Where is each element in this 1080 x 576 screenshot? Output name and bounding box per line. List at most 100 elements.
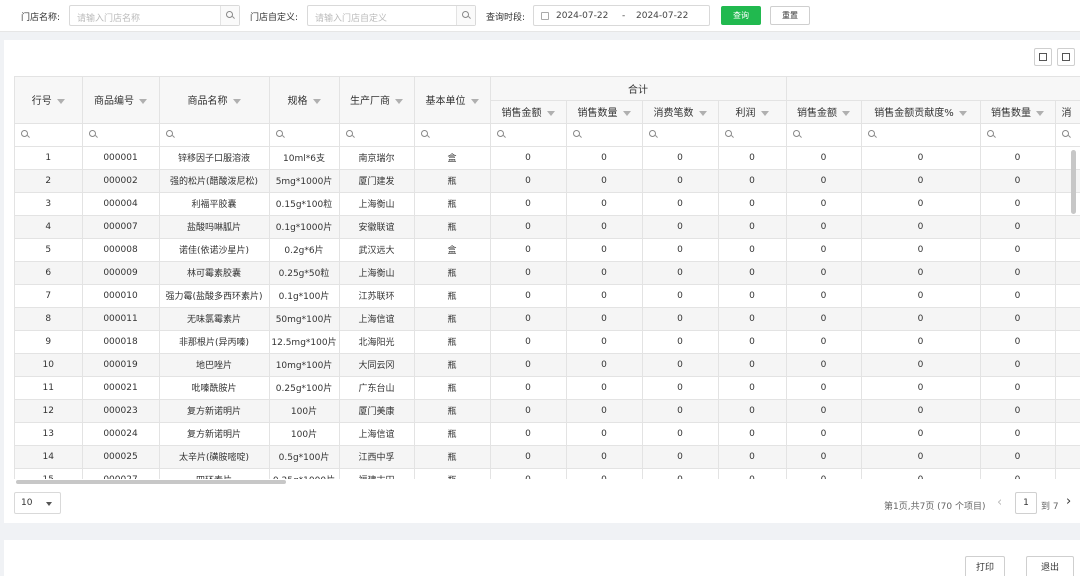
cell-value: 0 [718, 192, 787, 216]
cell-name: 四环素片 [159, 468, 270, 479]
store-custom-search-button[interactable] [456, 6, 475, 25]
exit-button[interactable]: 退出 [1026, 556, 1074, 576]
col-code[interactable]: 商品编号 [82, 77, 160, 124]
col-store-share[interactable]: 销售金额贡献度% [861, 100, 981, 124]
horizontal-scrollbar[interactable] [16, 480, 286, 484]
cell-unit: 瓶 [414, 169, 491, 193]
cell-name: 利福平胶囊 [159, 192, 270, 216]
col-spec[interactable]: 规格 [269, 77, 340, 124]
cell-value: 0 [980, 468, 1056, 479]
filter-icon[interactable] [842, 110, 850, 116]
col-total-amount[interactable]: 销售金额 [490, 100, 567, 124]
column-search-input[interactable] [861, 123, 981, 147]
filter-icon[interactable] [546, 110, 555, 116]
store-name-search-button[interactable] [220, 6, 239, 25]
column-search-input[interactable] [566, 123, 643, 147]
cell-no: 15 [15, 468, 83, 479]
filter-icon[interactable] [1036, 110, 1044, 116]
table-row[interactable]: 6 000009 林可霉素胶囊 0.25g*50粒 上海衡山瓶 0 0 0 0 0 0 0 [15, 261, 1080, 285]
table-row[interactable]: 15000027四环素片0.25g*1000片福建古田瓶0000000 [15, 468, 1080, 479]
cell-maker: 北海阳光 [339, 330, 415, 354]
filter-icon[interactable] [698, 110, 707, 116]
table-row[interactable]: 10 000019 地巴唑片 10mg*100片 大同云冈瓶 0 0 0 0 0 0 0 [15, 353, 1080, 377]
cell-no: 1 [15, 146, 83, 170]
filter-icon[interactable] [395, 98, 403, 104]
cell-value: 0 [980, 422, 1056, 446]
col-store-more[interactable]: 消 [1055, 100, 1080, 124]
cell-value: 0 [786, 261, 862, 285]
column-chooser-button[interactable] [1057, 48, 1075, 66]
filter-icon[interactable] [958, 110, 967, 116]
page-size-select[interactable]: 10 [14, 492, 61, 514]
table-row[interactable]: 4 000007 盐酸吗啉胍片 0.1g*1000片 安徽联谊瓶 0 0 0 0 0 0 0 [15, 215, 1080, 239]
column-search-input[interactable] [490, 123, 567, 147]
column-search-input[interactable] [269, 123, 340, 147]
table-row[interactable]: 9 000018 非那根片(异丙嗪) 12.5mg*100片 北海阳光瓶 0 0 0 0 0 0 0 [15, 330, 1080, 354]
column-search-input[interactable] [642, 123, 719, 147]
filter-icon[interactable] [56, 98, 65, 104]
table-row[interactable]: 3 000004 利福平胶囊 0.15g*100粒 上海衡山瓶 0 0 0 0 0 0 0 [15, 192, 1080, 216]
table-row[interactable]: 7 000010 强力霉(盐酸多西环素片) 0.1g*100片 江苏联环瓶 0 0 0 0 0 0 0 [15, 284, 1080, 308]
col-store-amount[interactable]: 销售金额 [786, 100, 862, 124]
filter-icon[interactable] [232, 98, 241, 104]
search-icon [21, 130, 28, 137]
column-search-input[interactable] [786, 123, 862, 147]
col-store-qty[interactable]: 销售数量 [980, 100, 1056, 124]
table-row[interactable]: 13 000024 复方新诺明片 100片 上海信谊瓶 0 0 0 0 0 0 0 [15, 422, 1080, 446]
vertical-scrollbar[interactable] [1071, 150, 1076, 214]
cell-name: 强力霉(盐酸多西环素片) [159, 284, 270, 308]
column-search-input[interactable] [414, 123, 491, 147]
cell-value: 0 [718, 445, 787, 469]
col-total-profit[interactable]: 利润 [718, 100, 787, 124]
column-search-input[interactable] [159, 123, 270, 147]
total-pages-label: 到 7 [1041, 502, 1059, 512]
filter-icon[interactable] [312, 98, 321, 104]
filter-icon[interactable] [760, 110, 769, 116]
cell-no: 5 [15, 238, 83, 262]
table-row[interactable]: 1 000001 锌移因子口服溶液 10ml*6支 南京瑞尔盒 0 0 0 0 0 0 0 [15, 146, 1080, 170]
store-name-input[interactable]: 请输入门店名称 [69, 5, 240, 26]
col-name[interactable]: 商品名称 [159, 77, 270, 124]
table-row[interactable]: 8 000011 无味氯霉素片 50mg*100片 上海信谊瓶 0 0 0 0 0 0 0 [15, 307, 1080, 331]
filter-icon[interactable] [470, 98, 479, 104]
column-search-input[interactable] [339, 123, 415, 147]
cell-value: 0 [566, 146, 643, 170]
export-button[interactable] [1034, 48, 1052, 66]
table-row[interactable]: 12 000023 复方新诺明片 100片 厦门美康瓶 0 0 0 0 0 0 0 [15, 399, 1080, 423]
prev-page-button[interactable]: ‹ [997, 495, 1002, 510]
column-search-input[interactable] [718, 123, 787, 147]
filter-icon[interactable] [622, 110, 631, 116]
cell-value: 0 [566, 422, 643, 446]
date-range-picker[interactable]: 2024-07-22 - 2024-07-22 [533, 5, 710, 26]
table-row[interactable]: 14 000025 太辛片(磺胺嘧啶) 0.5g*100片 江西中孚瓶 0 0 0 0 0 0 0 [15, 445, 1080, 469]
table-row[interactable]: 5 000008 诺佳(依诺沙星片) 0.2g*6片 武汉远大盒 0 0 0 0 0 0 0 [15, 238, 1080, 262]
column-search-input[interactable] [82, 123, 160, 147]
next-page-button[interactable]: › [1066, 494, 1071, 509]
column-search-input[interactable] [980, 123, 1056, 147]
filter-icon[interactable] [139, 98, 147, 104]
table-row[interactable]: 2 000002 强的松片(醋酸泼尼松) 5mg*1000片 厦门建发瓶 0 0 0 0 0 0 0 [15, 169, 1080, 193]
print-button[interactable]: 打印 [965, 556, 1005, 576]
column-search-input[interactable] [1055, 123, 1080, 147]
current-page-input[interactable]: 1 [1015, 492, 1037, 514]
reset-button[interactable]: 重置 [770, 6, 810, 25]
cell-value: 0 [718, 399, 787, 423]
cell-value: 0 [980, 307, 1056, 331]
search-icon [1061, 130, 1069, 137]
group-total-header: 合计 [490, 77, 787, 101]
cell-unit: 瓶 [414, 330, 491, 354]
footer-bar: 打印 退出 [4, 540, 1080, 576]
cell-value: 0 [642, 422, 719, 446]
column-search-input[interactable] [15, 123, 83, 147]
col-unit[interactable]: 基本单位 [414, 77, 491, 124]
cell-value: 0 [861, 169, 981, 193]
cell-value: 0 [718, 169, 787, 193]
col-row-no[interactable]: 行号 [15, 77, 83, 124]
query-button[interactable]: 查询 [721, 6, 761, 25]
store-custom-input[interactable]: 请输入门店自定义 [307, 5, 476, 26]
cell-value: 0 [490, 422, 567, 446]
col-maker[interactable]: 生产厂商 [339, 77, 415, 124]
col-total-times[interactable]: 消费笔数 [642, 100, 719, 124]
table-row[interactable]: 11 000021 吡嗪酰胺片 0.25g*100片 广东台山瓶 0 0 0 0 0 0 0 [15, 376, 1080, 400]
col-total-qty[interactable]: 销售数量 [566, 100, 643, 124]
